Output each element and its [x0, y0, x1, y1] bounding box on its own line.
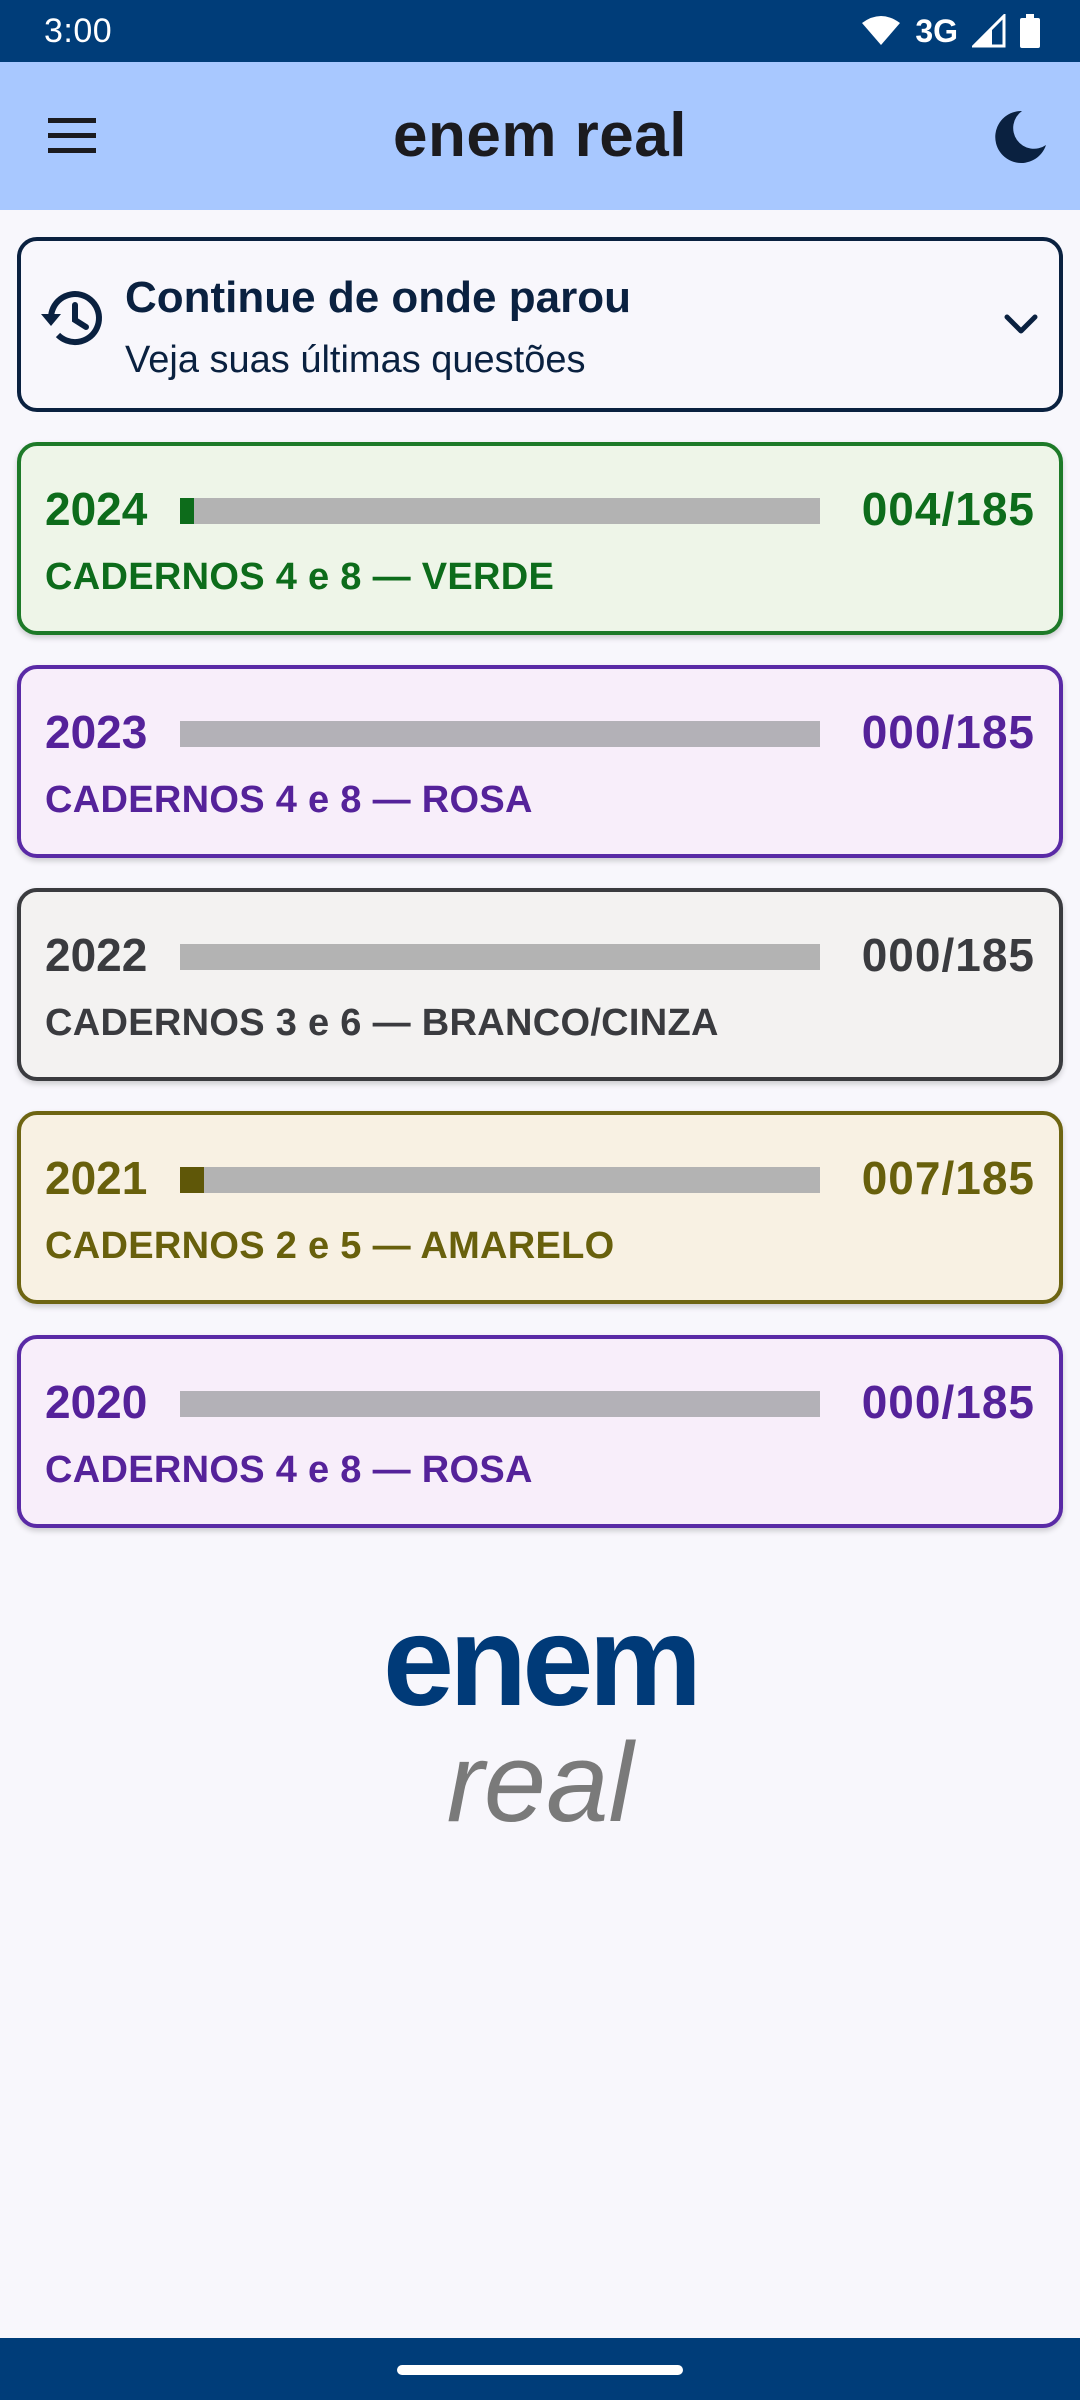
status-icons: 3G — [861, 13, 1040, 50]
progress-count: 004/185 — [861, 483, 1035, 535]
exam-card-2024[interactable]: 2024 004/185 CADERNOS 4 e 8 — VERDE — [17, 442, 1063, 635]
continue-title: Continue de onde parou — [125, 273, 631, 322]
history-icon — [41, 291, 102, 346]
app-title: enem real — [392, 101, 687, 170]
exam-year: 2022 — [45, 929, 148, 981]
progress-fill — [180, 498, 194, 524]
exam-year: 2020 — [45, 1376, 148, 1428]
exam-card-2020[interactable]: 2020 000/185 CADERNOS 4 e 8 — ROSA — [17, 1335, 1063, 1528]
signal-icon — [972, 14, 1006, 48]
progress-count: 007/185 — [861, 1152, 1035, 1204]
logo-real-text: real — [446, 1720, 634, 1845]
exam-booklets-label: CADERNOS 4 e 8 — ROSA — [45, 1449, 533, 1491]
exam-year: 2023 — [45, 706, 148, 758]
progress-count: 000/185 — [861, 706, 1035, 758]
exam-card-2021[interactable]: 2021 007/185 CADERNOS 2 e 5 — AMARELO — [17, 1111, 1063, 1304]
progress-bar — [180, 1167, 820, 1193]
progress-bar — [180, 721, 820, 747]
app-bar: enem real — [0, 62, 1080, 210]
navigation-bar — [0, 2338, 1080, 2400]
status-bar: 3:00 3G — [0, 0, 1080, 62]
network-type-label: 3G — [915, 12, 958, 49]
progress-bar — [180, 944, 820, 970]
exam-booklets-label: CADERNOS 4 e 8 — ROSA — [45, 779, 533, 821]
exam-booklets-label: CADERNOS 4 e 8 — VERDE — [45, 556, 555, 598]
dark-mode-moon-icon[interactable] — [990, 107, 1050, 167]
chevron-down-icon[interactable] — [1001, 309, 1041, 339]
battery-icon — [1020, 14, 1040, 48]
progress-fill — [180, 1167, 205, 1193]
exam-booklets-label: CADERNOS 2 e 5 — AMARELO — [45, 1225, 615, 1267]
progress-count: 000/185 — [861, 1376, 1035, 1428]
home-gesture-handle[interactable] — [397, 2365, 683, 2375]
continue-where-left-card[interactable]: Continue de onde parou Veja suas últimas… — [17, 237, 1063, 412]
exam-year: 2021 — [45, 1152, 148, 1204]
logo-enem-text: enem — [382, 1590, 702, 1733]
status-time: 3:00 — [44, 11, 113, 50]
exam-card-2022[interactable]: 2022 000/185 CADERNOS 3 e 6 — BRANCO/CIN… — [17, 888, 1063, 1081]
exam-booklets-label: CADERNOS 3 e 6 — BRANCO/CINZA — [45, 1002, 719, 1044]
exam-year: 2024 — [45, 483, 148, 535]
continue-subtitle: Veja suas últimas questões — [125, 339, 586, 381]
progress-count: 000/185 — [861, 929, 1035, 981]
progress-bar — [180, 498, 820, 524]
exam-card-2023[interactable]: 2023 000/185 CADERNOS 4 e 8 — ROSA — [17, 665, 1063, 858]
wifi-icon — [862, 16, 901, 45]
progress-bar — [180, 1391, 820, 1417]
